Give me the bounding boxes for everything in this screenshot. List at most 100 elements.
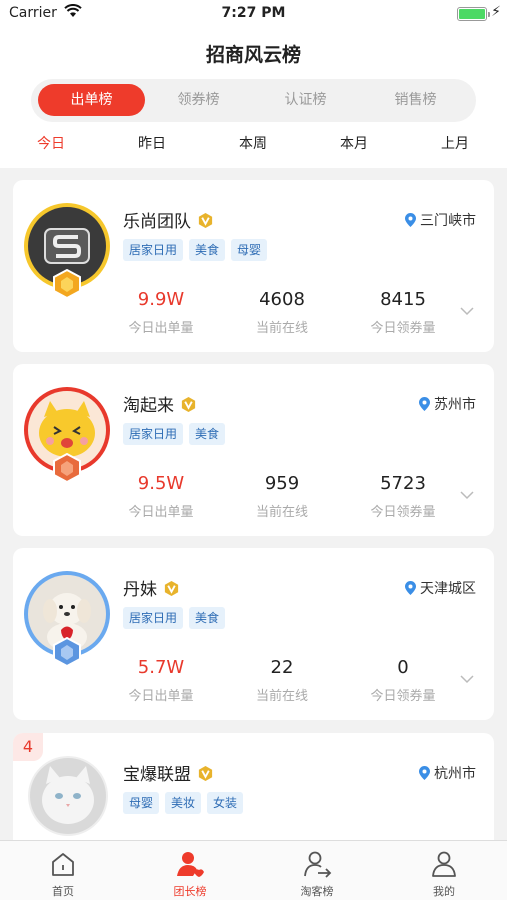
team-name-text: 淘起来 bbox=[123, 396, 174, 416]
tab-leader-label: 团长榜 bbox=[173, 885, 207, 898]
stat-coupons: 0 今日领券量 bbox=[348, 655, 458, 704]
tab-profile-label: 我的 bbox=[433, 885, 455, 898]
stat-orders: 9.9W 今日出单量 bbox=[106, 287, 216, 336]
location-text: 苏州市 bbox=[434, 397, 476, 413]
chevron-down-icon[interactable] bbox=[460, 490, 474, 500]
location: 天津城区 bbox=[405, 578, 476, 598]
team-name-text: 乐尚团队 bbox=[123, 212, 191, 232]
stat-online: 22 当前在线 bbox=[227, 655, 337, 704]
team-card[interactable]: 淘起来 苏州市 居家日用 美食 9.5W 今日出单量 959 当前在线 5723 今日领… bbox=[13, 364, 494, 536]
tab-taoke-label: 淘客榜 bbox=[300, 885, 334, 898]
tag: 居家日用 bbox=[123, 423, 184, 445]
avatar bbox=[24, 387, 110, 483]
status-bar: Carrier 7:27 PM ⚡ bbox=[0, 0, 507, 28]
stat-orders-value: 9.5W bbox=[137, 473, 185, 494]
period-last-month[interactable]: 上月 bbox=[415, 132, 495, 156]
tab-home-label: 首页 bbox=[52, 885, 74, 898]
verified-v-icon bbox=[181, 396, 196, 413]
team-name-text: 丹妹 bbox=[123, 580, 157, 600]
tab-leader[interactable]: 团长榜 bbox=[127, 841, 253, 900]
stat-coupons-label: 今日领券量 bbox=[370, 505, 436, 520]
period-this-month[interactable]: 本月 bbox=[314, 132, 394, 156]
team-name: 丹妹 bbox=[123, 575, 180, 600]
stat-coupons-label: 今日领券量 bbox=[370, 321, 436, 336]
team-card[interactable]: 乐尚团队 三门峡市 居家日用 美食 母婴 9.9W 今日出单量 4608 当前在线 84… bbox=[13, 180, 494, 352]
home-icon bbox=[52, 853, 74, 876]
stat-orders: 9.5W 今日出单量 bbox=[106, 471, 216, 520]
tag-list: 母婴 美妆 女装 bbox=[123, 792, 249, 814]
location-text: 三门峡市 bbox=[420, 213, 476, 229]
stat-coupons-value: 8415 bbox=[380, 289, 426, 310]
stat-orders-label: 今日出单量 bbox=[128, 321, 194, 336]
silver-medal-icon bbox=[53, 637, 81, 667]
period-today[interactable]: 今日 bbox=[11, 132, 91, 156]
stat-orders-value: 5.7W bbox=[137, 657, 185, 678]
verified-v-icon bbox=[164, 580, 179, 597]
chevron-down-icon[interactable] bbox=[460, 306, 474, 316]
avatar bbox=[28, 756, 108, 836]
stat-online: 4608 当前在线 bbox=[227, 287, 337, 336]
stat-orders-label: 今日出单量 bbox=[128, 505, 194, 520]
team-name-text: 宝爆联盟 bbox=[123, 765, 191, 785]
tab-profile[interactable]: 我的 bbox=[381, 841, 507, 900]
stat-online-label: 当前在线 bbox=[255, 321, 308, 336]
avatar bbox=[24, 203, 110, 299]
location: 三门峡市 bbox=[405, 210, 476, 230]
status-time: 7:27 PM bbox=[221, 5, 286, 21]
team-card[interactable]: 丹妹 天津城区 居家日用 美食 5.7W 今日出单量 22 当前在线 0 今日领券量 bbox=[13, 548, 494, 720]
stat-coupons-value: 5723 bbox=[380, 473, 426, 494]
team-name: 宝爆联盟 bbox=[123, 760, 214, 785]
stat-online-label: 当前在线 bbox=[255, 689, 308, 704]
header: 招商风云榜 出单榜 领券榜 认证榜 销售榜 今日 昨日 本周 本月 上月 bbox=[0, 28, 507, 168]
bronze-medal-icon bbox=[53, 453, 81, 483]
stat-coupons-value: 0 bbox=[397, 657, 409, 678]
white-cat-avatar-icon bbox=[42, 766, 94, 824]
stat-online-value: 22 bbox=[270, 657, 294, 678]
charging-icon: ⚡ bbox=[491, 4, 501, 20]
stat-online-value: 4608 bbox=[259, 289, 305, 310]
stat-coupons: 5723 今日领券量 bbox=[348, 471, 458, 520]
verified-v-icon bbox=[198, 212, 213, 229]
stat-coupons: 8415 今日领券量 bbox=[348, 287, 458, 336]
chevron-down-icon[interactable] bbox=[460, 674, 474, 684]
team-name: 淘起来 bbox=[123, 391, 197, 416]
location-text: 天津城区 bbox=[420, 581, 476, 597]
battery-icon bbox=[457, 7, 490, 21]
taoke-icon bbox=[304, 851, 332, 878]
tab-taoke[interactable]: 淘客榜 bbox=[254, 841, 380, 900]
segment-certified[interactable]: 认证榜 bbox=[252, 84, 359, 116]
tag: 美妆 bbox=[165, 792, 202, 814]
tag-list: 居家日用 美食 母婴 bbox=[123, 239, 273, 261]
team-card[interactable]: 4 宝爆联盟 杭州市 母婴 美妆 女装 bbox=[13, 733, 494, 840]
team-name: 乐尚团队 bbox=[123, 207, 214, 232]
gold-medal-icon bbox=[53, 269, 81, 299]
tag: 母婴 bbox=[123, 792, 160, 814]
segment-coupons[interactable]: 领券榜 bbox=[145, 84, 252, 116]
location-pin-icon bbox=[405, 581, 416, 595]
profile-icon bbox=[432, 851, 456, 877]
location-text: 杭州市 bbox=[434, 766, 476, 782]
stat-online: 959 当前在线 bbox=[227, 471, 337, 520]
period-this-week[interactable]: 本周 bbox=[213, 132, 293, 156]
stat-online-value: 959 bbox=[264, 473, 300, 494]
tag: 美食 bbox=[189, 423, 226, 445]
location-pin-icon bbox=[419, 766, 430, 780]
verified-v-icon bbox=[198, 765, 213, 782]
segment-orders[interactable]: 出单榜 bbox=[38, 84, 145, 116]
location-pin-icon bbox=[405, 213, 416, 227]
tag: 居家日用 bbox=[123, 607, 184, 629]
period-yesterday[interactable]: 昨日 bbox=[112, 132, 192, 156]
stat-orders-label: 今日出单量 bbox=[128, 689, 194, 704]
tag: 母婴 bbox=[231, 239, 268, 261]
stat-orders: 5.7W 今日出单量 bbox=[106, 655, 216, 704]
location: 杭州市 bbox=[419, 763, 476, 783]
tag: 居家日用 bbox=[123, 239, 184, 261]
stat-online-label: 当前在线 bbox=[255, 505, 308, 520]
leader-icon bbox=[177, 852, 204, 877]
tag: 美食 bbox=[189, 607, 226, 629]
tag-list: 居家日用 美食 bbox=[123, 607, 231, 629]
segment-sales[interactable]: 销售榜 bbox=[362, 84, 469, 116]
page-title: 招商风云榜 bbox=[205, 44, 301, 66]
location: 苏州市 bbox=[419, 394, 476, 414]
tab-home[interactable]: 首页 bbox=[0, 841, 126, 900]
